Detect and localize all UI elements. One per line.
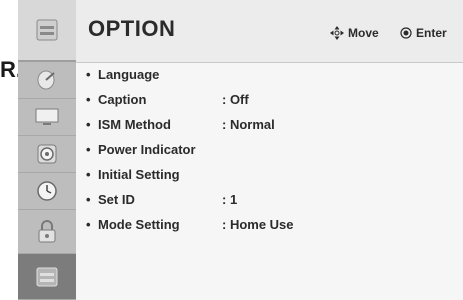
menu-item-language[interactable]: • Language [86,63,222,85]
menu-item-value: : Home Use [222,216,294,232]
option-list: • Language • Caption : Off • ISM Method … [76,63,463,300]
enter-hint: Enter [400,26,447,40]
menu-item-value: : Normal [222,116,275,132]
sidebar-item-audio[interactable] [18,136,76,173]
menu-item-label: Mode Setting [98,216,180,232]
menu-item-label: Caption [98,91,147,107]
lock-icon [38,219,56,242]
enter-label: Enter [416,26,447,40]
menu-item-initial-setting[interactable]: • Initial Setting [86,163,222,185]
menu-item-label: Set ID [98,191,135,207]
menu-item-value: : 1 [222,191,238,207]
menu-item-label: Language [98,66,160,82]
menu-item-label: Initial Setting [98,166,180,182]
move-label: Move [348,26,379,40]
satellite-dish-icon [37,70,55,90]
sidebar-item-option-header[interactable] [18,0,76,62]
toolbox-icon [36,267,58,286]
sidebar-item-lock[interactable] [18,210,76,254]
menu-item-label: ISM Method [98,116,171,132]
sidebar-item-time[interactable] [18,173,76,210]
menu-item-mode-setting[interactable]: • Mode Setting : Home Use [86,213,294,235]
monitor-icon [35,108,59,125]
menu-item-caption[interactable]: • Caption : Off [86,88,249,110]
page-title: OPTION [88,16,176,41]
clock-icon [37,181,57,201]
menu-item-power-indicator[interactable]: • Power Indicator [86,138,222,160]
ok-button-icon [400,27,412,39]
toolbox-icon [36,19,58,41]
menu-item-set-id[interactable]: • Set ID : 1 [86,188,237,210]
sidebar-item-channel[interactable] [18,62,76,99]
sidebar-item-option[interactable] [18,254,76,300]
sidebar-item-picture[interactable] [18,99,76,136]
menu-item-ism-method[interactable]: • ISM Method : Normal [86,113,275,135]
sidebar [18,0,76,300]
menu-item-value: : Off [222,91,249,107]
four-way-arrow-icon [330,26,344,40]
menu-header: OPTION Move Enter [76,0,463,63]
menu-item-label: Power Indicator [98,141,196,157]
move-hint: Move [330,26,379,40]
speaker-icon [37,144,57,164]
